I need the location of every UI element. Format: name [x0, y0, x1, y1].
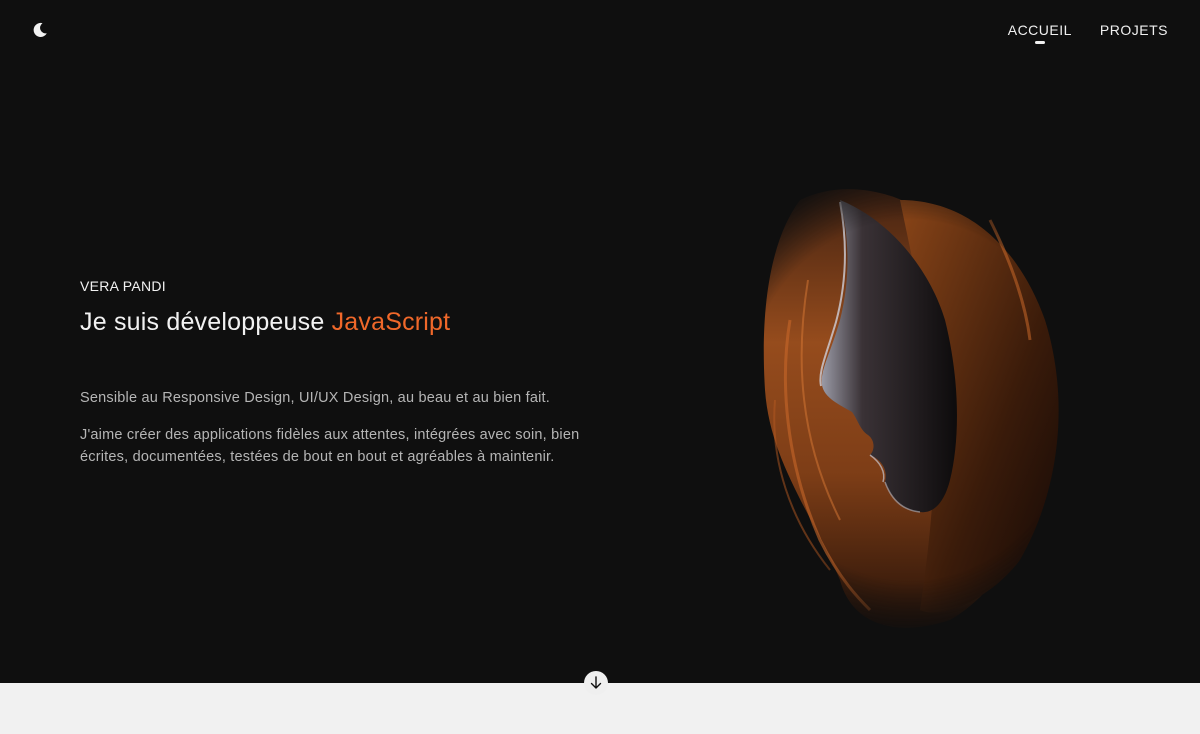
nav-item-accueil[interactable]: ACCUEIL — [1007, 22, 1072, 44]
crescent-moon-icon — [33, 22, 47, 37]
scroll-down-button[interactable] — [584, 671, 608, 695]
active-nav-indicator — [1034, 41, 1045, 44]
nav-item-projets[interactable]: PROJETS — [1100, 22, 1168, 38]
nav-item-label: ACCUEIL — [1007, 22, 1072, 38]
intro-paragraph-1: Sensible au Responsive Design, UI/UX Des… — [80, 390, 551, 406]
hero-title-prefix: Je suis développeuse — [80, 308, 332, 336]
hero-section: ACCUEIL PROJETS VERA PANDI Je suis dével… — [0, 0, 1200, 683]
hero-title-accent: JavaScript — [331, 308, 451, 336]
main-nav: ACCUEIL PROJETS — [1007, 22, 1168, 44]
nav-item-label: PROJETS — [1099, 22, 1168, 38]
arrow-down-icon — [590, 676, 602, 689]
hero-title: Je suis développeuse JavaScript — [80, 308, 620, 337]
portrait-image — [763, 189, 1059, 628]
intro-paragraph-2: J'aime créer des applications fidèles au… — [80, 427, 580, 465]
developer-name: VERA PANDI — [80, 278, 166, 294]
theme-toggle-button[interactable] — [30, 20, 50, 40]
intro-block: VERA PANDI Je suis développeuse JavaScri… — [80, 278, 620, 468]
